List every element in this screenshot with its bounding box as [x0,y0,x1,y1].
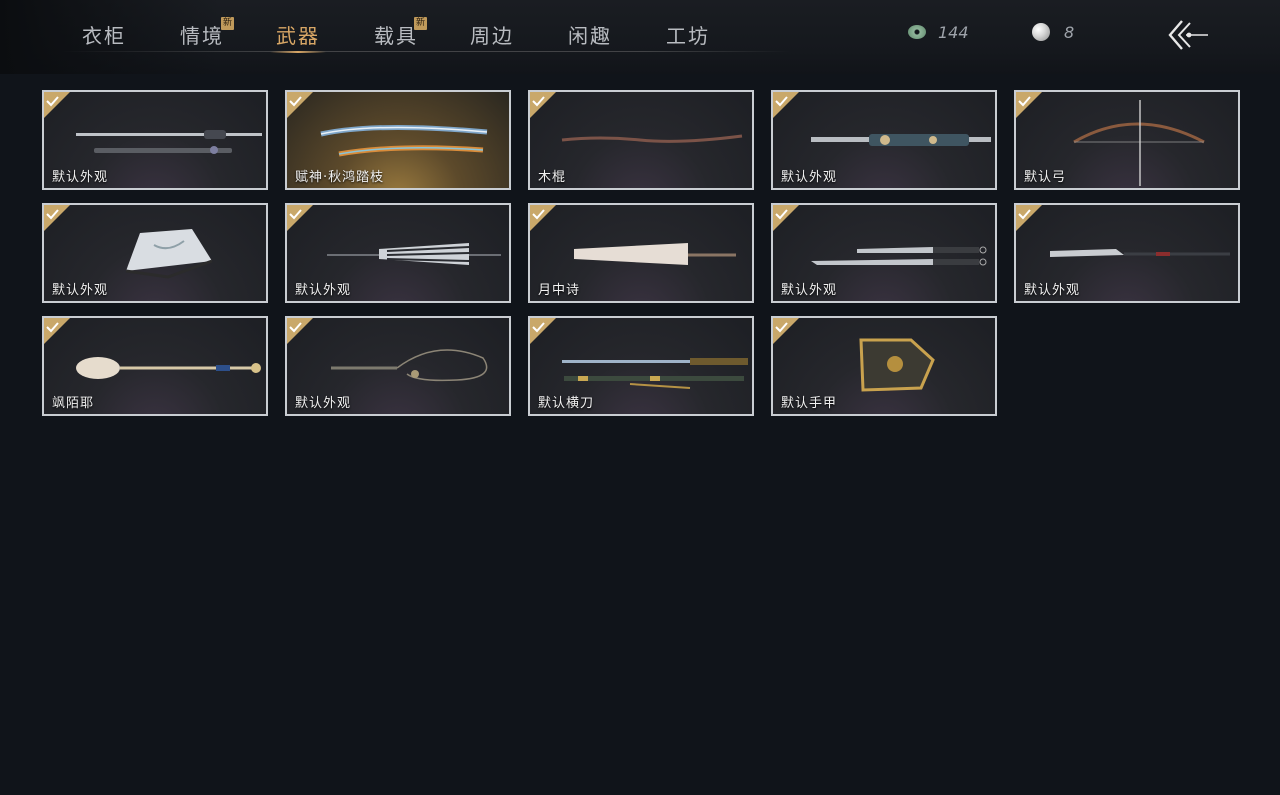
weapon-name: 月中诗 [538,283,581,298]
tab-vehicles[interactable]: 载具 新 [356,17,436,52]
owned-check-icon [530,205,556,231]
weapon-card-glaive[interactable]: 默认外观 [1014,203,1240,303]
jade-coin-balance: 144 [908,20,969,44]
weapon-card-mirror-staff[interactable]: 飒陌耶 [42,316,268,416]
tab-accessories[interactable]: 周边 [452,20,532,52]
weapon-name: 默认外观 [1024,283,1081,298]
weapon-name: 木棍 [538,170,567,185]
weapon-name: 默认横刀 [538,396,595,411]
weapon-card-fan[interactable]: 默认外观 [42,203,268,303]
back-button[interactable] [1166,17,1210,53]
owned-check-icon [44,205,70,231]
weapon-name: 默认外观 [52,170,109,185]
tab-leisure[interactable]: 闲趣 [550,20,630,52]
tab-label: 工坊 [666,24,710,48]
weapon-name: 默认手甲 [781,396,838,411]
owned-check-icon [1016,92,1042,118]
tab-workshop[interactable]: 工坊 [648,20,728,52]
weapon-card-sword[interactable]: 默认外观 [42,90,268,190]
tab-scenes[interactable]: 情境 新 [162,17,242,52]
pearl-icon [1032,23,1050,41]
tab-label: 闲趣 [568,24,612,48]
owned-check-icon [530,318,556,344]
weapon-card-parasol[interactable]: 月中诗 [528,203,754,303]
new-badge: 新 [414,17,427,30]
weapon-card-twin-blade[interactable]: 默认外观 [771,90,997,190]
tab-label: 周边 [470,24,514,48]
weapon-name: 飒陌耶 [52,396,95,411]
owned-check-icon [44,92,70,118]
weapon-name: 默认外观 [295,283,352,298]
weapon-card-rope-dart[interactable]: 默认外观 [285,316,511,416]
back-arrow-icon [1168,20,1208,50]
owned-check-icon [287,318,313,344]
jade-coin-icon [908,25,926,39]
owned-check-icon [773,318,799,344]
weapon-card-dual-sabre[interactable]: 默认外观 [771,203,997,303]
tab-label: 情境 [180,24,224,48]
top-navigation-bar: 衣柜 情境 新 武器 载具 新 周边 闲趣 工坊 144 8 [0,0,1280,74]
owned-check-icon [773,205,799,231]
pearl-count: 8 [1064,22,1075,42]
weapon-card-wooden-staff[interactable]: 木棍 [528,90,754,190]
owned-check-icon [287,205,313,231]
tab-label: 衣柜 [82,24,126,48]
owned-check-icon [530,92,556,118]
weapon-name: 默认外观 [52,283,109,298]
weapon-card-hengdao[interactable]: 默认横刀 [528,316,754,416]
weapon-name: 默认弓 [1024,170,1067,185]
owned-check-icon [287,92,313,118]
weapon-name: 默认外观 [295,396,352,411]
tab-label: 武器 [276,24,320,48]
owned-check-icon [44,318,70,344]
tab-label: 载具 [374,24,418,48]
tab-weapons[interactable]: 武器 [258,20,338,53]
jade-coin-count: 144 [938,22,969,42]
weapon-card-closed-umbrella[interactable]: 默认外观 [285,203,511,303]
tab-wardrobe[interactable]: 衣柜 [64,20,144,52]
weapon-card-ornate-spear[interactable]: 赋神·秋鸿踏枝 [285,90,511,190]
new-badge: 新 [221,17,234,30]
weapon-card-gauntlet[interactable]: 默认手甲 [771,316,997,416]
owned-check-icon [1016,205,1042,231]
weapon-name: 默认外观 [781,283,838,298]
weapon-name: 赋神·秋鸿踏枝 [295,170,385,185]
owned-check-icon [773,92,799,118]
weapon-name: 默认外观 [781,170,838,185]
weapon-card-bow[interactable]: 默认弓 [1014,90,1240,190]
pearl-balance: 8 [1032,20,1074,44]
